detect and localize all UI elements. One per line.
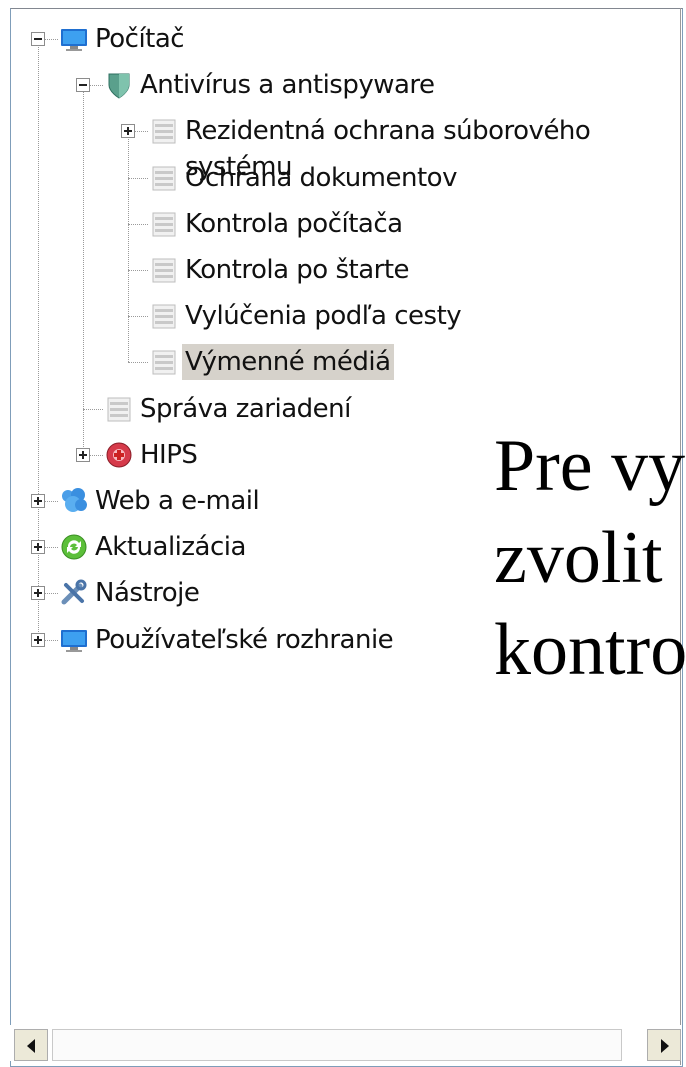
page-icon <box>149 209 179 239</box>
caption-line-3: kontro <box>494 609 686 691</box>
update-icon <box>59 532 89 562</box>
caption-line-1: Pre vy <box>494 425 686 507</box>
hips-icon <box>104 440 134 470</box>
tree-item-label[interactable]: Web a e-mail <box>95 483 260 519</box>
scroll-left-button[interactable] <box>14 1029 48 1061</box>
tree-item-label[interactable]: Výmenné médiá <box>182 344 394 381</box>
tree-connector <box>128 316 148 318</box>
expand-node-button[interactable] <box>31 586 45 601</box>
tools-icon <box>59 578 89 608</box>
level1-guide-line <box>83 85 84 455</box>
tree-item-label[interactable]: Kontrola počítača <box>185 206 403 242</box>
tree-item-label[interactable]: HIPS <box>140 437 198 473</box>
tree-item-label[interactable]: Antivírus a antispyware <box>140 67 435 103</box>
expand-node-button[interactable] <box>31 494 45 508</box>
expand-node-button[interactable] <box>31 632 45 647</box>
level2-guide-line <box>128 131 129 363</box>
tree-connector <box>83 408 103 410</box>
expand-node-button[interactable] <box>121 124 135 139</box>
tree-item-label[interactable]: Používateľské rozhranie <box>95 622 394 658</box>
slide-caption: Pre vy zvolit kontro <box>494 420 686 696</box>
caption-line-2: zvolit <box>494 517 663 599</box>
tree-connector <box>128 362 148 364</box>
expand-node-button[interactable] <box>76 447 90 462</box>
tree-item-label[interactable]: Ochrana dokumentov <box>185 160 457 196</box>
tree-item-label[interactable]: Nástroje <box>95 575 200 611</box>
tree-item-label[interactable]: Správa zariadení <box>140 391 351 427</box>
globe-icon <box>59 486 89 516</box>
monitor-icon <box>59 24 89 54</box>
shield-icon <box>104 70 134 100</box>
tree-item-label[interactable]: Kontrola po štarte <box>185 252 410 288</box>
page-icon <box>149 255 179 285</box>
tree-connector <box>128 177 148 179</box>
page-icon <box>104 394 134 424</box>
page-icon <box>149 301 179 331</box>
collapse-node-button[interactable] <box>31 32 45 46</box>
tree-item-label[interactable]: Počítač <box>95 21 185 57</box>
scroll-thumb[interactable] <box>52 1029 622 1061</box>
tree-item-label[interactable]: Aktualizácia <box>95 529 246 565</box>
page-icon <box>149 116 179 146</box>
expand-node-button[interactable] <box>31 540 45 555</box>
page-icon <box>149 163 179 193</box>
collapse-node-button[interactable] <box>76 78 90 93</box>
tree-connector <box>128 270 148 271</box>
monitor-icon <box>59 625 89 655</box>
scroll-right-button[interactable] <box>647 1029 681 1061</box>
page-icon <box>149 347 179 377</box>
tree-connector <box>128 223 148 225</box>
tree-item-label[interactable]: Vylúčenia podľa cesty <box>185 298 462 334</box>
